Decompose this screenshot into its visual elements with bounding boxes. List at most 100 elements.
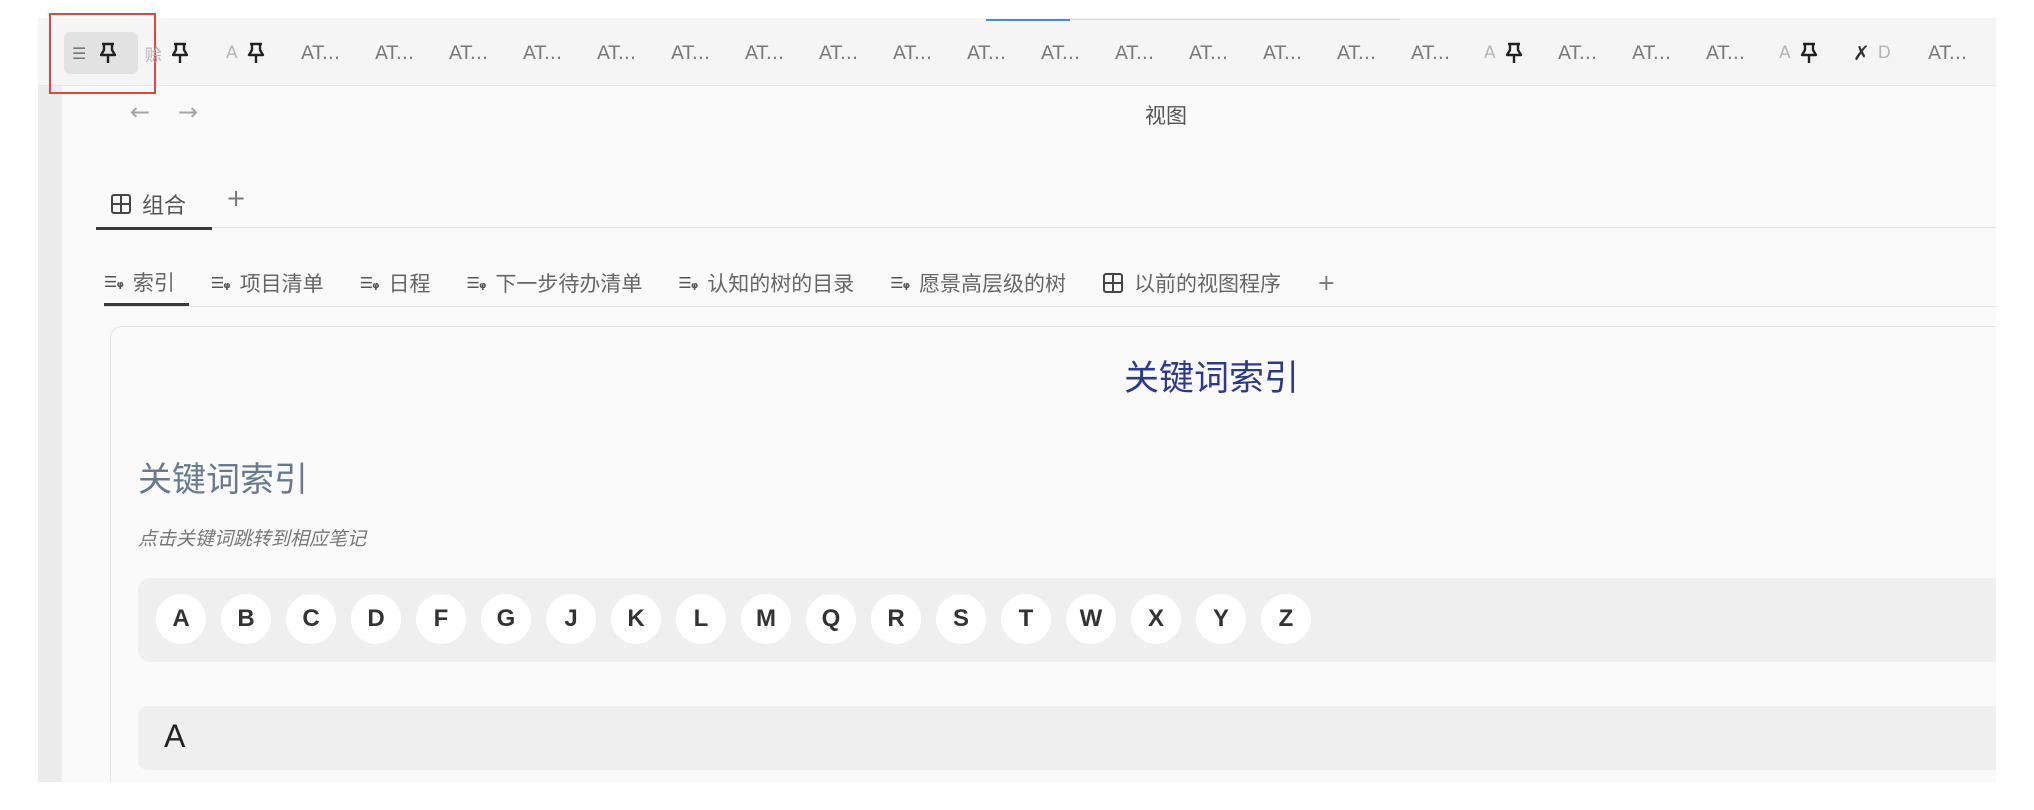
view-title: 视图 (1145, 104, 1187, 128)
document-tab[interactable]: A (1484, 36, 1524, 70)
document-tab-label: 赊 (145, 45, 162, 66)
letter-jump-button[interactable]: G (481, 594, 531, 644)
document-tab[interactable]: AT... (1411, 36, 1450, 70)
tab-group-label: 组合 (142, 193, 187, 219)
letter-jump-button[interactable]: Q (806, 594, 856, 644)
document-tab-label: AT... (301, 42, 340, 64)
letter-jump-button[interactable]: M (741, 594, 791, 644)
document-tab-label: A (1779, 43, 1791, 63)
document-tab[interactable]: AT... (1632, 36, 1671, 70)
letter-jump-button[interactable]: L (676, 594, 726, 644)
card-title: 关键词索引 (1124, 359, 1300, 399)
document-tab-label: AT... (523, 42, 562, 64)
letter-jump-button[interactable]: C (286, 594, 336, 644)
document-tab-label: AT... (1041, 42, 1080, 64)
view-tab-label: 项目清单 (239, 272, 324, 296)
grid-icon (1102, 272, 1124, 294)
letter-group-title: A (164, 718, 186, 754)
document-tab[interactable]: A (226, 36, 266, 70)
arrow-left-icon[interactable]: ← (130, 98, 150, 126)
tab-strip-top-line (1070, 19, 1400, 20)
document-tab[interactable]: AT... (893, 36, 932, 70)
add-group-button[interactable]: + (226, 184, 246, 212)
pin-icon (1799, 42, 1819, 64)
document-tab[interactable]: 赊 (145, 36, 190, 70)
document-tab[interactable]: AT... (301, 36, 340, 70)
letter-jump-button[interactable]: T (1001, 594, 1051, 644)
list-search-icon: ☰ᵩ (104, 272, 124, 291)
view-tab[interactable]: ☰ᵩ 认知的树的目录 (678, 260, 854, 306)
document-tab-label: AT... (671, 42, 710, 64)
document-tab-label: AT... (893, 42, 932, 64)
letter-jump-button[interactable]: B (221, 594, 271, 644)
letter-jump-button[interactable]: A (156, 594, 206, 644)
view-tab-label: 下一步待办清单 (495, 272, 643, 296)
section-title: 关键词索引 (138, 460, 308, 500)
view-tab[interactable]: ☰ᵩ 下一步待办清单 (467, 260, 643, 306)
document-tab-label: AT... (967, 42, 1006, 64)
document-tab-label: AT... (1337, 42, 1376, 64)
view-tab-label: 日程 (388, 272, 431, 296)
view-tab-label: 索引 (132, 270, 175, 295)
letter-jump-button[interactable]: S (936, 594, 986, 644)
group-divider (212, 227, 1996, 228)
document-tab[interactable]: AT... (523, 36, 562, 70)
document-tab[interactable]: AT... (745, 36, 784, 70)
document-tab-label: A (226, 43, 238, 63)
view-tabs-divider (104, 306, 1996, 307)
list-search-icon: ☰ᵩ (890, 274, 910, 292)
left-rail (38, 86, 62, 782)
pin-icon (246, 42, 266, 64)
view-tabs: ☰ᵩ 索引 ☰ᵩ 项目清单 ☰ᵩ 日程 ☰ᵩ 下一步待办清单 ☰ᵩ 认知的树的目录 ☰ᵩ 愿景高层级的… (104, 260, 1336, 306)
document-tab[interactable]: A (1779, 36, 1819, 70)
letter-jump-button[interactable]: J (546, 594, 596, 644)
tab-group-combination[interactable]: 组合 (96, 180, 212, 230)
document-tab-label: D (1877, 43, 1891, 63)
document-tab[interactable]: AT... (1706, 36, 1745, 70)
letter-jump-button[interactable]: W (1066, 594, 1116, 644)
view-tab-label: 认知的树的目录 (707, 272, 855, 296)
document-tab-label: AT... (1558, 42, 1597, 64)
document-tab[interactable]: AT... (1115, 36, 1154, 70)
view-tab[interactable]: ☰ᵩ 愿景高层级的树 (890, 260, 1066, 306)
document-tab-label: AT... (819, 42, 858, 64)
letter-jump-button[interactable]: K (611, 594, 661, 644)
document-tab[interactable]: AT... (375, 36, 414, 70)
grid-icon (110, 193, 132, 215)
view-tab[interactable]: ☰ᵩ 项目清单 (211, 260, 324, 306)
view-tab-label: 以前的视图程序 (1134, 272, 1282, 296)
selection-highlight (49, 13, 156, 94)
document-tab[interactable]: AT... (449, 36, 488, 70)
list-search-icon: ☰ᵩ (359, 274, 380, 292)
document-tab[interactable]: AT... (597, 36, 636, 70)
view-tab-label: 愿景高层级的树 (919, 272, 1067, 296)
letter-jump-button[interactable]: Z (1261, 594, 1311, 644)
letter-group-header (138, 706, 1996, 770)
document-tab[interactable]: AT... (967, 36, 1006, 70)
document-tab-label: AT... (1115, 42, 1154, 64)
document-tab[interactable]: AT... (1263, 36, 1302, 70)
document-tab[interactable]: AT... (819, 36, 858, 70)
document-tab[interactable]: AT... (1558, 36, 1597, 70)
document-tab-label: AT... (1263, 42, 1302, 64)
add-view-button[interactable]: + (1317, 271, 1335, 296)
document-tab[interactable]: ✗ D (1853, 36, 1891, 70)
view-tab[interactable]: ☰ᵩ 日程 (360, 260, 431, 306)
pin-icon (1504, 42, 1524, 64)
view-tab[interactable]: 以前的视图程序 (1102, 260, 1281, 306)
document-tab-label: AT... (597, 42, 636, 64)
document-tab[interactable]: AT... (1189, 36, 1228, 70)
list-search-icon: ☰ᵩ (678, 274, 698, 292)
letter-jump-button[interactable]: X (1131, 594, 1181, 644)
letter-jump-button[interactable]: Y (1196, 594, 1246, 644)
letter-jump-button[interactable]: R (871, 594, 921, 644)
arrow-right-icon[interactable]: → (178, 98, 198, 126)
letter-jump-button[interactable]: F (416, 594, 466, 644)
document-tab[interactable]: AT... (1041, 36, 1080, 70)
document-tab-label: AT... (1632, 42, 1671, 64)
document-tab[interactable]: AT... (1928, 36, 1967, 70)
letter-jump-button[interactable]: D (351, 594, 401, 644)
document-tab[interactable]: AT... (671, 36, 710, 70)
document-tab[interactable]: AT... (1337, 36, 1376, 70)
view-tab[interactable]: ☰ᵩ 索引 (104, 260, 189, 306)
